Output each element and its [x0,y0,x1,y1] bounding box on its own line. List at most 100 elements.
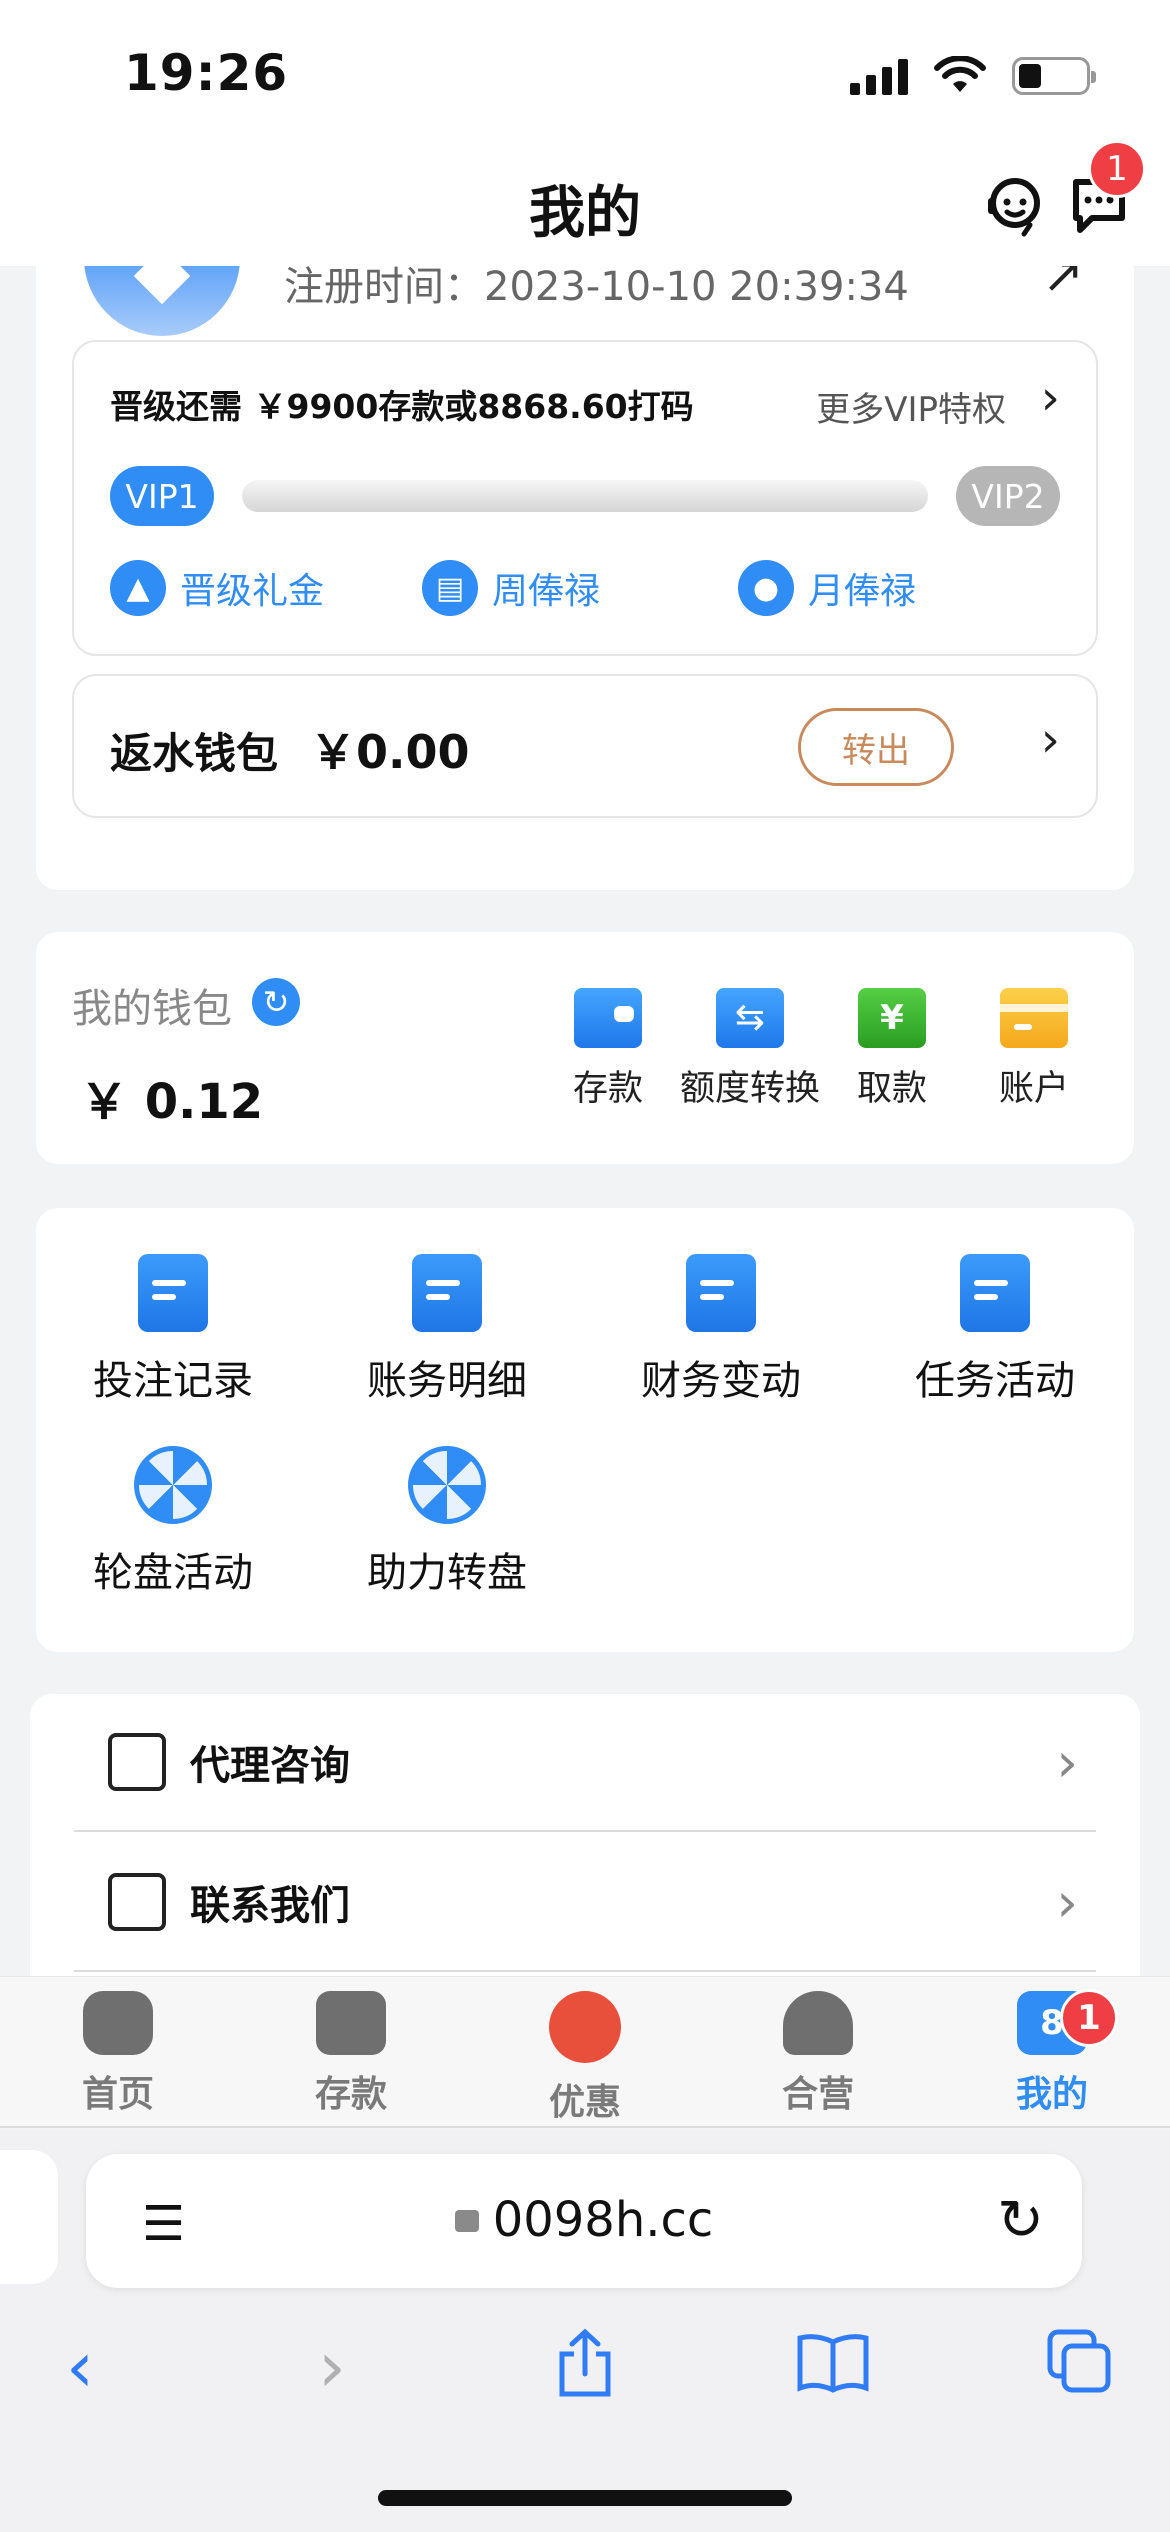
status-icons [850,56,1096,96]
task-activity-item[interactable]: 任务活动 [858,1254,1132,1406]
next-vip-badge: VIP2 [956,466,1060,526]
tab-label: 我的 [1015,2074,1088,2115]
feature-label: 轮盘活动 [93,1550,253,1596]
perk-upgrade-bonus[interactable]: ▲ 晋级礼金 [110,560,324,616]
share-icon[interactable] [552,2326,618,2400]
feature-label: 财务变动 [641,1358,801,1404]
menu-list: 代理咨询 › 联系我们 › [30,1694,1140,1976]
customer-service-icon[interactable] [980,170,1050,240]
account-icon [1000,988,1068,1048]
menu-item-agent-consult[interactable]: 代理咨询 › [74,1694,1096,1832]
vip-progress-box: 晋级还需 ￥9900存款或8868.60打码 更多VIP特权 › VIP1 VI… [72,340,1098,656]
task-activity-icon [960,1254,1030,1332]
action-label: 账户 [998,1069,1069,1109]
back-button[interactable]: ‹ [66,2326,94,2408]
action-label: 额度转换 [680,1069,821,1109]
action-label: 存款 [572,1069,643,1109]
transfer-out-button[interactable]: 转出 [798,708,954,786]
bookmarks-icon[interactable] [794,2330,872,2394]
tab-home[interactable]: 首页 [18,1991,218,2117]
browser-chrome: ☰ 0098h.cc ↻ ‹ › [0,2130,1170,2532]
home-indicator [378,2490,792,2506]
main-content[interactable]: 注册时间：2023-10-10 20:39:34 ↗ 晋级还需 ￥9900存款或… [0,266,1170,1976]
contact-icon [108,1873,166,1931]
transfer-icon: ⇆ [716,988,784,1048]
roulette-item[interactable]: 轮盘活动 [36,1446,310,1598]
rebate-wallet-box[interactable]: 返水钱包 ￥0.00 转出 › [72,674,1098,818]
status-time: 19:26 [124,44,289,102]
feature-label: 投注记录 [93,1358,253,1404]
rebate-wallet-amount: ￥0.00 [310,725,470,779]
perk-monthly-salary[interactable]: ● 月俸禄 [738,560,916,616]
perk-label: 周俸禄 [492,571,601,612]
tab-profile[interactable]: 8 我的 1 [952,1989,1152,2117]
chevron-right-icon: › [1056,1870,1078,1934]
finance-change-item[interactable]: 财务变动 [584,1254,858,1406]
edit-arrow-icon[interactable]: ↗ [1042,266,1084,304]
tab-label: 存款 [314,2074,387,2115]
tab-promotions[interactable]: 优惠 [485,1991,685,2125]
partner-icon [783,1991,853,2055]
agent-consult-icon [108,1733,166,1791]
previous-tab-peek[interactable] [0,2150,58,2284]
top-header: 我的 1 [0,140,1170,266]
profile-badge: 1 [1060,1989,1118,2047]
account-detail-item[interactable]: 账务明细 [310,1254,584,1406]
battery-icon [1012,57,1096,95]
perk-weekly-salary[interactable]: ▤ 周俸禄 [422,560,600,616]
account-action[interactable]: 账户 [964,988,1104,1111]
url-text: 0098h.cc [492,2192,714,2248]
action-label: 取款 [856,1069,927,1109]
menu-item-contact[interactable]: 联系我们 › [74,1834,1096,1972]
withdraw-action[interactable]: ¥ 取款 [822,988,962,1111]
tab-label: 优惠 [548,2082,621,2123]
forward-button[interactable]: › [318,2326,346,2408]
perk-label: 晋级礼金 [180,571,325,612]
current-vip-badge: VIP1 [110,466,214,526]
chevron-right-icon[interactable]: › [1041,712,1060,768]
bet-record-item[interactable]: 投注记录 [36,1254,310,1406]
wallet-label: 我的钱包 [72,986,232,1032]
profile-card: 注册时间：2023-10-10 20:39:34 ↗ 晋级还需 ￥9900存款或… [36,266,1134,890]
refresh-icon[interactable]: ↻ [252,978,300,1026]
deposit-action[interactable]: 存款 [538,988,678,1111]
message-badge: 1 [1088,140,1146,198]
rebate-wallet-label: 返水钱包 [110,729,279,778]
address-bar[interactable]: ☰ 0098h.cc ↻ [86,2154,1082,2288]
vip-more-link[interactable]: 更多VIP特权 [816,382,1006,431]
tab-deposit[interactable]: 存款 [251,1991,451,2117]
wifi-icon [934,56,986,92]
feature-label: 助力转盘 [367,1550,527,1596]
chevron-right-icon: › [1056,1730,1078,1794]
tabs-icon[interactable] [1044,2326,1114,2396]
upgrade-arrow-icon: ▲ [110,560,166,616]
wallet-card: 我的钱包 ↻ ￥ 0.12 存款 ⇆ 额度转换 ¥ 取款 账户 [36,932,1134,1164]
transfer-action[interactable]: ⇆ 额度转换 [680,988,820,1111]
chevron-right-icon[interactable]: › [1041,370,1060,426]
clipboard-icon: ▤ [422,560,478,616]
feature-label: 任务活动 [915,1358,1075,1404]
gamepad-icon [83,1991,153,2055]
messages-button[interactable]: 1 [1068,140,1146,240]
url-display: 0098h.cc [86,2192,1082,2248]
finance-change-icon [686,1254,756,1332]
registration-value: 2023-10-10 20:39:34 [484,266,909,310]
wallet-balance: ￥ 0.12 [80,1074,264,1130]
boost-wheel-icon [408,1446,486,1524]
deposit-icon [574,988,642,1048]
money-bag-icon: ● [738,560,794,616]
menu-label: 代理咨询 [190,1743,350,1789]
tab-partner[interactable]: 合营 [718,1991,918,2117]
wallet-icon [316,1991,386,2055]
gift-icon [549,1991,621,2063]
vip-upgrade-text: 晋级还需 ￥9900存款或8868.60打码 [110,387,694,426]
feature-grid: 投注记录 账务明细 财务变动 任务活动 轮盘活动 助力转盘 [36,1208,1134,1652]
avatar[interactable] [84,266,240,336]
reload-icon[interactable]: ↻ [997,2188,1044,2253]
registration-label: 注册时间： [284,266,484,310]
bet-record-icon [138,1254,208,1332]
perk-label: 月俸禄 [808,571,917,612]
feature-label: 账务明细 [367,1358,527,1404]
boost-wheel-item[interactable]: 助力转盘 [310,1446,584,1598]
vip-progress-bar [242,480,928,512]
